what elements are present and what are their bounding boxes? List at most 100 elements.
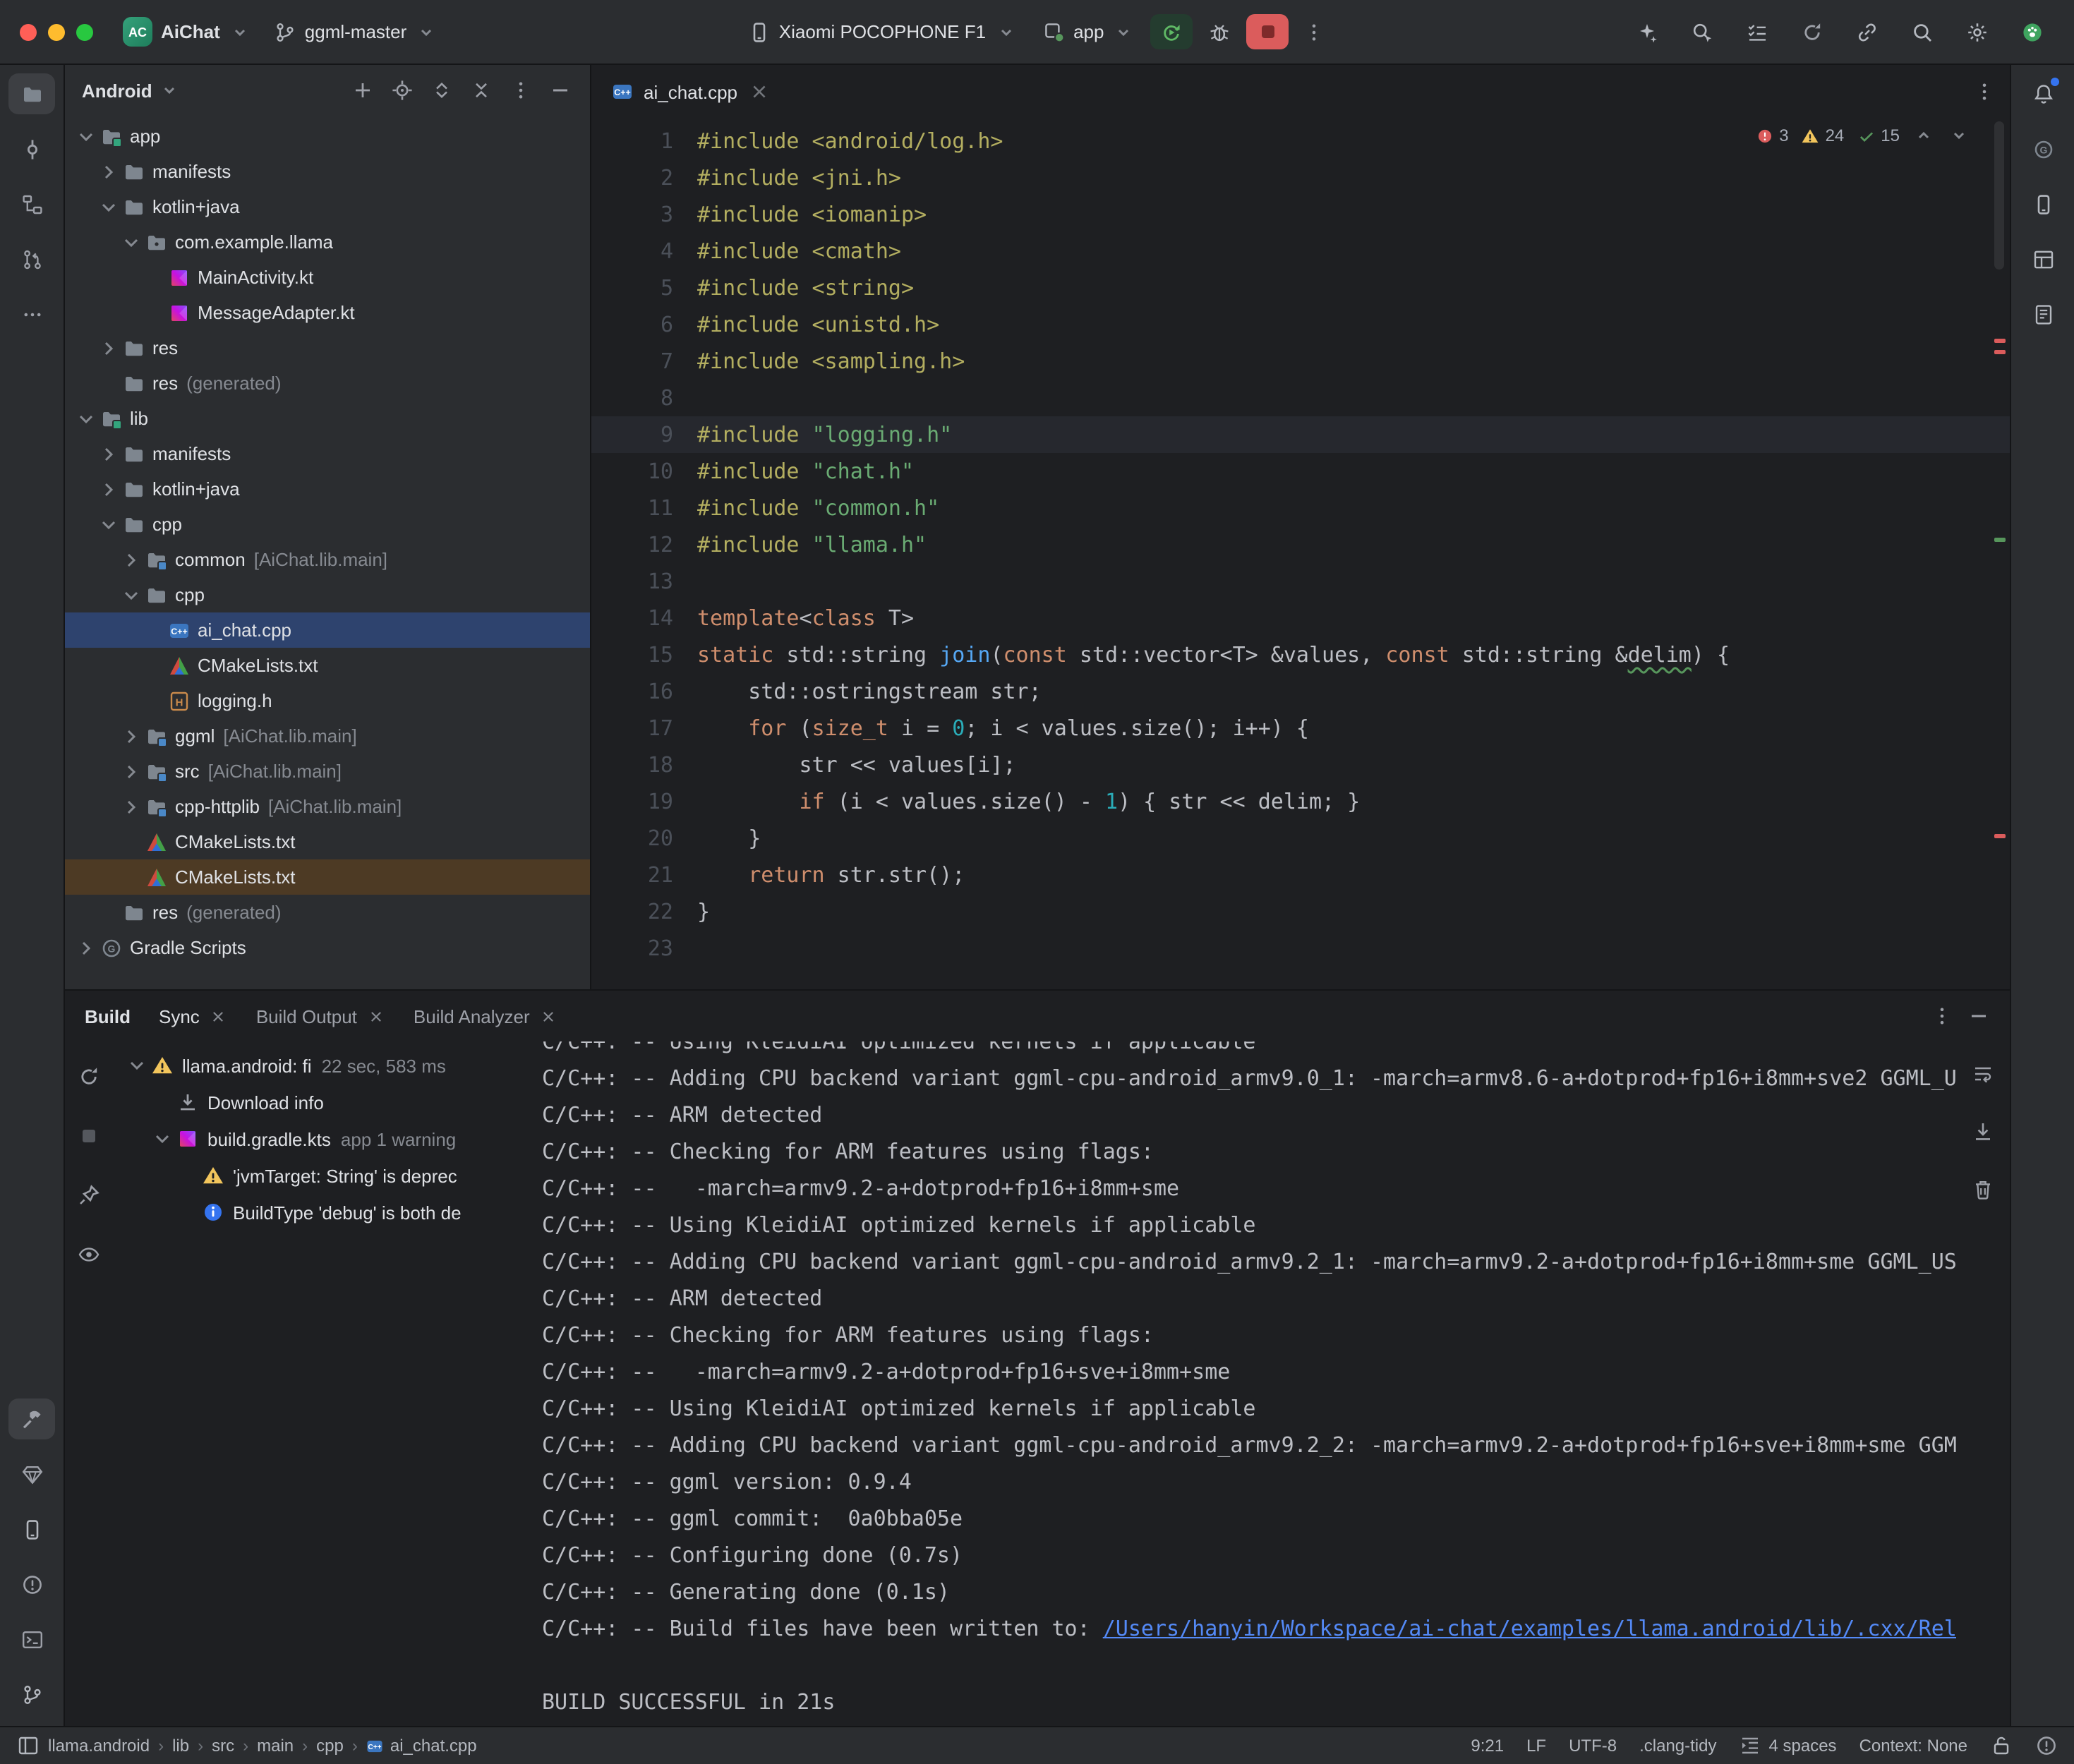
chevron-right-icon[interactable] xyxy=(96,160,120,183)
clear-console-icon[interactable] xyxy=(1960,1168,2006,1209)
project-tree-item-kotlin-java[interactable]: kotlin+java xyxy=(65,471,590,507)
chevron-right-icon[interactable] xyxy=(119,548,143,571)
project-tree-item-cpp[interactable]: cpp xyxy=(65,577,590,612)
editor-scrollbar[interactable] xyxy=(1994,121,2004,270)
line-number[interactable]: 10 xyxy=(591,453,697,490)
breadcrumb-item[interactable]: lib xyxy=(172,1736,189,1756)
build-options-icon[interactable] xyxy=(1931,1005,1953,1027)
line-number[interactable]: 13 xyxy=(591,563,697,600)
device-explorer-tool-icon[interactable] xyxy=(8,1509,55,1549)
zoom-window-button[interactable] xyxy=(76,23,93,40)
stripe-mark[interactable] xyxy=(1994,339,2006,343)
project-tool-icon[interactable] xyxy=(8,73,55,114)
chevron-down-icon[interactable] xyxy=(119,231,143,253)
project-tree-item-common[interactable]: common[AiChat.lib.main] xyxy=(65,542,590,577)
run-config-selector[interactable]: app xyxy=(1032,15,1145,49)
device-selector[interactable]: Xiaomi POCOPHONE F1 xyxy=(738,15,1027,49)
editor-options-icon[interactable] xyxy=(1973,80,1996,103)
more-tool-windows-icon[interactable] xyxy=(8,294,55,334)
line-number[interactable]: 1 xyxy=(591,123,697,159)
minimize-window-button[interactable] xyxy=(48,23,65,40)
pull-requests-tool-icon[interactable] xyxy=(8,238,55,279)
project-tree-item-manifests[interactable]: manifests xyxy=(65,154,590,189)
project-tree-item-cpp[interactable]: cpp xyxy=(65,507,590,542)
breadcrumb-item[interactable]: llama.android xyxy=(48,1736,150,1756)
sync-project-icon[interactable] xyxy=(1788,11,1835,52)
code-context[interactable]: Context: None xyxy=(1859,1736,1967,1756)
file-path-link[interactable]: /Users/hanyin/Workspace/ai-chat/examples… xyxy=(1103,1616,1956,1641)
build-tree-item-build-gradle-kts[interactable]: build.gradle.ktsapp 1 warning xyxy=(113,1120,536,1157)
chevron-down-icon[interactable] xyxy=(73,407,97,430)
build-tree-item-buildtype-debug-is-both-de[interactable]: BuildType 'debug' is both de xyxy=(113,1194,536,1231)
project-tree-item-ggml[interactable]: ggml[AiChat.lib.main] xyxy=(65,718,590,754)
chevron-down-icon[interactable] xyxy=(124,1054,148,1077)
indent-setting[interactable]: 4 spaces xyxy=(1740,1734,1837,1757)
code-area[interactable]: 1#include <android/log.h>2#include <jni.… xyxy=(591,119,2010,989)
device-manager-tool-icon[interactable] xyxy=(2020,183,2066,224)
notifications-icon[interactable] xyxy=(2035,1734,2058,1757)
build-tree-item--jvmtarget-string-is-deprec[interactable]: 'jvmTarget: String' is deprec xyxy=(113,1157,536,1194)
line-number[interactable]: 16 xyxy=(591,673,697,710)
stripe-mark[interactable] xyxy=(1994,350,2006,354)
cursor-position[interactable]: 9:21 xyxy=(1471,1736,1504,1756)
project-tree-item-messageadapter-kt[interactable]: MessageAdapter.kt xyxy=(65,295,590,330)
code-line-23[interactable]: 23 xyxy=(591,930,2010,967)
next-problem-icon[interactable] xyxy=(1948,124,1970,147)
chevron-down-icon[interactable] xyxy=(150,1128,174,1150)
line-number[interactable]: 17 xyxy=(591,710,697,747)
locate-file-icon[interactable] xyxy=(384,73,421,107)
panel-options-icon[interactable] xyxy=(502,73,539,107)
more-run-actions-icon[interactable] xyxy=(1295,13,1333,50)
project-tree-item-manifests[interactable]: manifests xyxy=(65,436,590,471)
translate-icon[interactable] xyxy=(1623,11,1670,52)
code-line-20[interactable]: 20 } xyxy=(591,820,2010,857)
add-icon[interactable] xyxy=(344,73,381,107)
chevron-right-icon[interactable] xyxy=(73,936,97,959)
code-line-16[interactable]: 16 std::ostringstream str; xyxy=(591,673,2010,710)
inspections-widget[interactable]: 3 24 15 xyxy=(1755,124,1970,147)
line-number[interactable]: 19 xyxy=(591,783,697,820)
breadcrumb-item[interactable]: src xyxy=(212,1736,234,1756)
notifications-icon[interactable] xyxy=(2020,73,2066,114)
code-line-5[interactable]: 5#include <string> xyxy=(591,270,2010,306)
line-number[interactable]: 21 xyxy=(591,857,697,893)
code-line-15[interactable]: 15static std::string join(const std::vec… xyxy=(591,636,2010,673)
breadcrumb-item[interactable]: main xyxy=(257,1736,294,1756)
file-encoding[interactable]: UTF-8 xyxy=(1569,1736,1617,1756)
close-window-button[interactable] xyxy=(20,23,37,40)
code-line-18[interactable]: 18 str << values[i]; xyxy=(591,747,2010,783)
line-number[interactable]: 23 xyxy=(591,930,697,967)
scroll-to-end-icon[interactable] xyxy=(1960,1111,2006,1152)
settings-icon[interactable] xyxy=(1953,11,2000,52)
code-line-2[interactable]: 2#include <jni.h> xyxy=(591,159,2010,196)
project-tree-item-src[interactable]: src[AiChat.lib.main] xyxy=(65,754,590,789)
project-tree-item-res[interactable]: res xyxy=(65,330,590,366)
code-line-8[interactable]: 8 xyxy=(591,380,2010,416)
line-number[interactable]: 12 xyxy=(591,526,697,563)
commit-tool-icon[interactable] xyxy=(8,128,55,169)
project-tree-item-ai-chat-cpp[interactable]: C++ai_chat.cpp xyxy=(65,612,590,648)
stripe-mark[interactable] xyxy=(1994,834,2006,838)
chevron-right-icon[interactable] xyxy=(96,478,120,500)
project-tree-item-cmakelists-txt[interactable]: CMakeLists.txt xyxy=(65,648,590,683)
stop-sync-icon[interactable] xyxy=(66,1115,112,1156)
project-tree-item-lib[interactable]: lib xyxy=(65,401,590,436)
error-stripe[interactable] xyxy=(1990,119,2010,989)
profile-icon[interactable] xyxy=(2008,11,2055,52)
build-tab-sync[interactable]: Sync xyxy=(159,1005,228,1027)
collapse-all-icon[interactable] xyxy=(463,73,500,107)
editor-tab-ai-chat-cpp[interactable]: C++ ai_chat.cpp xyxy=(591,65,784,119)
chevron-down-icon[interactable] xyxy=(96,195,120,218)
dependencies-tool-icon[interactable] xyxy=(8,1454,55,1494)
build-tree-item-download-info[interactable]: Download info xyxy=(113,1084,536,1120)
hide-panel-icon[interactable] xyxy=(542,73,579,107)
close-tab-icon[interactable] xyxy=(747,80,770,103)
build-tab-build-analyzer[interactable]: Build Analyzer xyxy=(414,1005,558,1027)
build-tab-build-output[interactable]: Build Output xyxy=(256,1005,385,1027)
soft-wrap-icon[interactable] xyxy=(1960,1053,2006,1094)
line-number[interactable]: 20 xyxy=(591,820,697,857)
project-tree-item-gradle-scripts[interactable]: GGradle Scripts xyxy=(65,930,590,965)
close-tab-icon[interactable] xyxy=(540,1007,558,1025)
inspect-code-icon[interactable] xyxy=(1678,11,1725,52)
code-line-13[interactable]: 13 xyxy=(591,563,2010,600)
